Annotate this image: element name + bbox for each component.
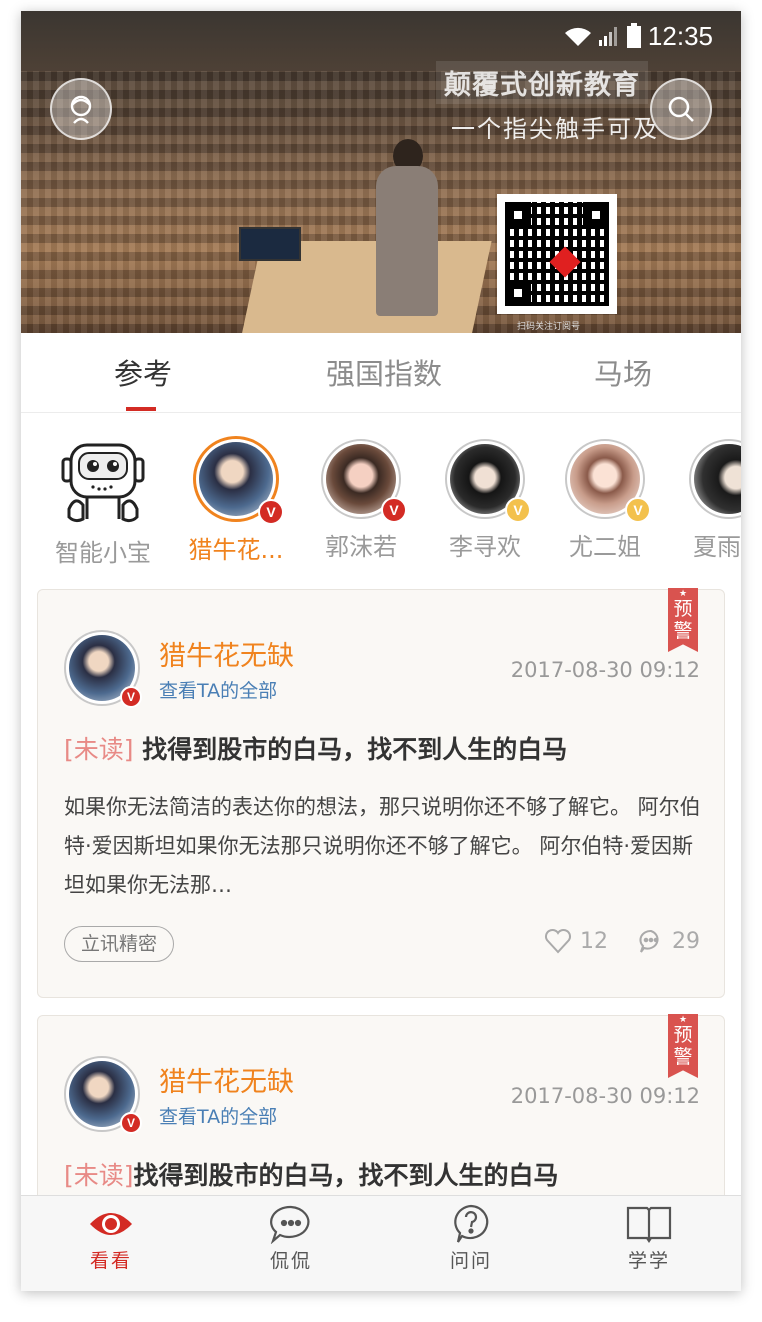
hero-banner[interactable]: 颠覆式创新教育 一个指尖触手可及 扫码关注订阅号 12:35 bbox=[21, 11, 741, 333]
post-title-text: 找得到股市的白马，找不到人生的白马 bbox=[133, 1161, 559, 1190]
comment-icon[interactable] bbox=[638, 928, 664, 954]
bottom-nav: 看看 侃侃 问问 学学 bbox=[21, 1195, 741, 1291]
verified-badge: V bbox=[625, 497, 651, 523]
avatar bbox=[689, 439, 741, 519]
status-time: 12:35 bbox=[647, 20, 713, 51]
star-icon: ★ bbox=[678, 1015, 688, 1025]
avatar: V bbox=[321, 439, 407, 523]
person-item[interactable]: 智能小宝 bbox=[43, 439, 163, 568]
tab-indicator bbox=[126, 407, 156, 411]
post-title[interactable]: [未读]找得到股市的白马，找不到人生的白马 bbox=[64, 1156, 559, 1192]
person-name: 尤二姐 bbox=[569, 533, 641, 561]
nav-label: 看看 bbox=[89, 1250, 132, 1272]
stock-tag[interactable]: 立讯精密 bbox=[64, 926, 175, 962]
verified-badge: V bbox=[120, 686, 142, 708]
person-name: 智能小宝 bbox=[55, 539, 151, 567]
search-icon bbox=[668, 96, 694, 122]
person-item[interactable]: V 尤二姐 bbox=[545, 439, 665, 562]
view-all-link[interactable]: 查看TA的全部 bbox=[159, 1102, 277, 1129]
battery-icon bbox=[626, 23, 641, 48]
people-row: 智能小宝 V 猎牛花... V 郭沫若 V 李寻欢 V 尤二姐 夏雨 bbox=[21, 413, 741, 585]
star-icon: ★ bbox=[678, 589, 688, 599]
person-name: 李寻欢 bbox=[449, 533, 521, 561]
avatar: V bbox=[445, 439, 531, 523]
ribbon-label: 预警 bbox=[673, 1024, 693, 1068]
post-time: 2017-08-30 09:12 bbox=[510, 658, 700, 682]
author-avatar[interactable]: V bbox=[64, 1056, 142, 1134]
avatar: V bbox=[565, 439, 651, 523]
unread-label: [未读] bbox=[64, 735, 134, 764]
qr-code: 扫码关注订阅号 bbox=[497, 194, 617, 332]
post-time: 2017-08-30 09:12 bbox=[510, 1084, 700, 1108]
person-name: 郭沫若 bbox=[325, 533, 397, 561]
person-item[interactable]: V 猎牛花... bbox=[176, 436, 296, 565]
search-button[interactable] bbox=[650, 78, 712, 140]
author-name[interactable]: 猎牛花无缺 bbox=[159, 1060, 294, 1099]
warning-ribbon: ★ 预警 bbox=[668, 1014, 698, 1078]
nav-look[interactable]: 看看 bbox=[51, 1204, 171, 1273]
hero-title: 颠覆式创新教育 bbox=[436, 61, 648, 104]
stage-screen bbox=[239, 227, 301, 261]
phone-screen: 颠覆式创新教育 一个指尖触手可及 扫码关注订阅号 12:35 参考 强国指数 马… bbox=[21, 11, 741, 1291]
post-card[interactable]: ★ 预警 V 猎牛花无缺 查看TA的全部 2017-08-30 09:12 [未… bbox=[37, 588, 725, 998]
verified-badge: V bbox=[505, 497, 531, 523]
person-name: 夏雨 bbox=[693, 533, 741, 561]
avatar: V bbox=[193, 436, 284, 525]
tab-strong-index[interactable]: 强国指数 bbox=[326, 351, 442, 393]
ribbon-label: 预警 bbox=[673, 598, 693, 642]
tab-reference[interactable]: 参考 bbox=[114, 351, 172, 393]
unread-label: [未读] bbox=[64, 1161, 134, 1190]
nav-chat[interactable]: 侃侃 bbox=[231, 1204, 351, 1273]
verified-badge: V bbox=[381, 497, 407, 523]
nav-label: 侃侃 bbox=[269, 1250, 312, 1272]
signal-icon bbox=[598, 27, 617, 46]
person-name: 猎牛花... bbox=[188, 536, 284, 564]
robot-icon bbox=[57, 439, 149, 525]
book-icon bbox=[626, 1206, 672, 1243]
like-icon[interactable] bbox=[544, 928, 572, 954]
comment-count: 29 bbox=[672, 928, 700, 954]
nav-learn[interactable]: 学学 bbox=[589, 1204, 709, 1273]
post-title[interactable]: [未读] 找得到股市的白马，找不到人生的白马 bbox=[64, 730, 567, 766]
verified-badge: V bbox=[120, 1112, 142, 1134]
author-avatar[interactable]: V bbox=[64, 630, 142, 708]
tab-horse-field[interactable]: 马场 bbox=[594, 351, 652, 393]
top-tabs: 参考 强国指数 马场 bbox=[21, 333, 741, 413]
warning-ribbon: ★ 预警 bbox=[668, 588, 698, 652]
status-bar: 12:35 bbox=[564, 21, 713, 51]
chat-bubble-icon bbox=[270, 1205, 310, 1244]
assistant-button[interactable] bbox=[50, 78, 112, 140]
avatar-user-icon bbox=[70, 95, 92, 124]
like-count: 12 bbox=[580, 928, 608, 954]
question-icon bbox=[454, 1204, 489, 1243]
eye-icon bbox=[90, 1213, 132, 1235]
person-item[interactable]: 夏雨 bbox=[669, 439, 741, 562]
person-item[interactable]: V 郭沫若 bbox=[301, 439, 421, 562]
nav-ask[interactable]: 问问 bbox=[411, 1204, 531, 1273]
post-title-text: 找得到股市的白马，找不到人生的白马 bbox=[142, 735, 568, 764]
author-name[interactable]: 猎牛花无缺 bbox=[159, 634, 294, 673]
hero-subtitle: 一个指尖触手可及 bbox=[451, 115, 659, 143]
speaker-figure bbox=[376, 166, 438, 316]
person-item[interactable]: V 李寻欢 bbox=[425, 439, 545, 562]
view-all-link[interactable]: 查看TA的全部 bbox=[159, 676, 277, 703]
wifi-icon bbox=[564, 27, 591, 46]
qr-caption: 扫码关注订阅号 bbox=[517, 322, 581, 332]
post-body: 如果你无法简洁的表达你的想法，那只说明你还不够了解它。 阿尔伯特·爱因斯坦如果你… bbox=[64, 795, 701, 897]
post-stats: 12 29 bbox=[544, 928, 700, 954]
post-card[interactable]: ★ 预警 V 猎牛花无缺 查看TA的全部 2017-08-30 09:12 [未… bbox=[37, 1014, 725, 1195]
verified-badge: V bbox=[258, 499, 284, 525]
nav-label: 学学 bbox=[627, 1250, 670, 1272]
nav-label: 问问 bbox=[449, 1250, 492, 1272]
feed-list: ★ 预警 V 猎牛花无缺 查看TA的全部 2017-08-30 09:12 [未… bbox=[21, 585, 741, 1195]
